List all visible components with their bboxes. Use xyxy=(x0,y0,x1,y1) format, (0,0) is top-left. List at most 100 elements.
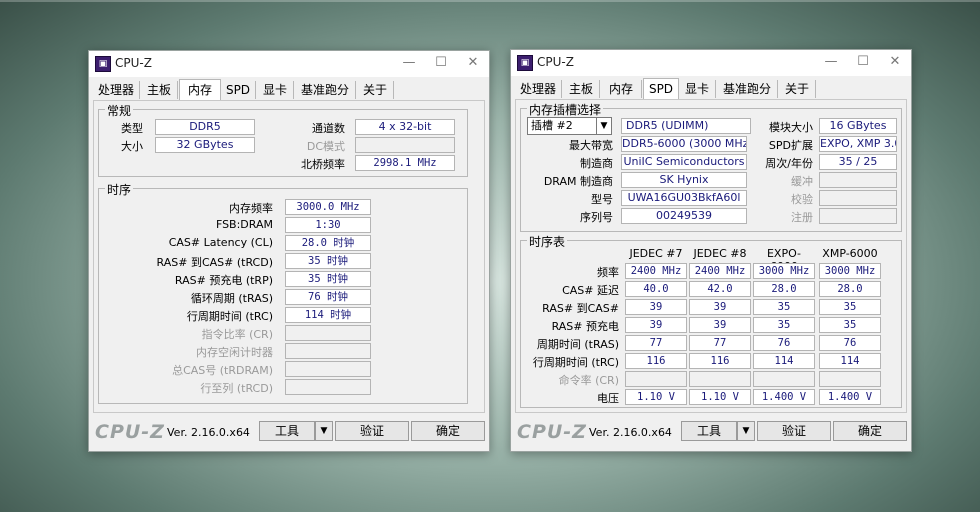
size-value: 32 GBytes xyxy=(155,137,255,153)
footer: CPU-Z Ver. 2.16.0.x64 工具 ▼ 验证 确定 xyxy=(511,415,911,451)
timing-value: 76 时钟 xyxy=(285,289,371,305)
tab-memory[interactable]: 内存 xyxy=(179,79,221,101)
timing-value xyxy=(285,379,371,395)
title-bar[interactable]: ▣ CPU-Z — ☐ ✕ xyxy=(511,50,911,76)
slot-select[interactable]: 插槽 #2 ▼ xyxy=(527,117,612,135)
tab-spd[interactable]: SPD xyxy=(643,78,679,100)
timing-row-label: 频率 xyxy=(597,266,619,279)
tab-cpu[interactable]: 处理器 xyxy=(515,80,562,98)
ok-button[interactable]: 确定 xyxy=(411,421,485,441)
tools-label: 工具 xyxy=(274,424,299,438)
max-bandwidth-value: DDR5-6000 (3000 MHz) xyxy=(621,136,747,152)
timing-label: 内存频率 xyxy=(229,202,273,215)
timing-label: FSB:DRAM xyxy=(215,218,273,231)
nb-freq-value: 2998.1 MHz xyxy=(355,155,455,171)
timing-row-label: RAS# 到CAS# xyxy=(542,302,619,315)
dc-mode-value xyxy=(355,137,455,153)
background-decoration xyxy=(0,0,980,2)
dram-maker-value: SK Hynix xyxy=(621,172,747,188)
timing-label: 内存空闲计时器 xyxy=(196,346,273,359)
timing-value: 35 时钟 xyxy=(285,253,371,269)
validate-label: 验证 xyxy=(359,424,384,438)
close-icon[interactable]: ✕ xyxy=(879,52,911,72)
timing-cell: 1.400 V xyxy=(753,389,815,405)
spd-ext-value: EXPO, XMP 3.0 xyxy=(819,136,897,152)
ok-label: 确定 xyxy=(857,424,882,438)
timings-group: 时序 内存频率 3000.0 MHz FSB:DRAM 1:30 CAS# Latenc… xyxy=(98,181,468,404)
timing-cell xyxy=(689,371,751,387)
module-size-label: 模块大小 xyxy=(769,121,813,134)
tab-mainboard[interactable]: 主板 xyxy=(141,81,178,99)
tools-button[interactable]: 工具 xyxy=(681,421,737,441)
check-label: 校验 xyxy=(791,193,813,206)
cpuz-app-icon: ▣ xyxy=(95,56,111,72)
cpuz-app-icon: ▣ xyxy=(517,55,533,71)
close-icon[interactable]: ✕ xyxy=(457,53,489,73)
timing-cell: 35 xyxy=(819,299,881,315)
max-bandwidth-label: 最大带宽 xyxy=(569,139,613,152)
cpuz-brand-logo: CPU-Z xyxy=(95,421,165,443)
check-value xyxy=(819,190,897,206)
timing-row-label: 电压 xyxy=(597,392,619,405)
tools-button[interactable]: 工具 xyxy=(259,421,315,441)
part-number-label: 型号 xyxy=(591,193,613,206)
timing-cell: 28.0 xyxy=(753,281,815,297)
timing-cell: 35 xyxy=(819,317,881,333)
version-label: Ver. 2.16.0.x64 xyxy=(167,426,250,439)
timing-cell: 77 xyxy=(689,335,751,351)
maximize-icon[interactable]: ☐ xyxy=(847,52,879,72)
timing-value: 35 时钟 xyxy=(285,271,371,287)
timing-value: 1:30 xyxy=(285,217,371,233)
channels-value: 4 x 32-bit xyxy=(355,119,455,135)
column-header: JEDEC #7 xyxy=(629,247,683,260)
timing-cell: 2400 MHz xyxy=(625,263,687,279)
timing-cell: 77 xyxy=(625,335,687,351)
week-year-label: 周次/年份 xyxy=(765,157,813,170)
group-title: 内存插槽选择 xyxy=(527,101,604,118)
timing-cell: 1.10 V xyxy=(689,389,751,405)
group-title: 常规 xyxy=(105,102,134,119)
tab-graphics[interactable]: 显卡 xyxy=(257,81,294,99)
tab-memory[interactable]: 内存 xyxy=(601,80,642,98)
maximize-icon[interactable]: ☐ xyxy=(425,53,457,73)
buffered-value xyxy=(819,172,897,188)
timing-label: RAS# 到CAS# (tRCD) xyxy=(156,256,273,269)
tab-cpu[interactable]: 处理器 xyxy=(93,81,140,99)
tab-about[interactable]: 关于 xyxy=(357,81,394,99)
tab-bench[interactable]: 基准跑分 xyxy=(717,80,778,98)
timing-value: 3000.0 MHz xyxy=(285,199,371,215)
timing-cell: 76 xyxy=(753,335,815,351)
timing-label: 总CAS号 (tRDRAM) xyxy=(172,364,273,377)
timing-cell: 40.0 xyxy=(625,281,687,297)
timing-cell: 1.10 V xyxy=(625,389,687,405)
timing-value: 114 时钟 xyxy=(285,307,371,323)
timing-cell: 3000 MHz xyxy=(753,263,815,279)
registered-label: 注册 xyxy=(791,211,813,224)
minimize-icon[interactable]: — xyxy=(815,52,847,72)
timing-value: 28.0 时钟 xyxy=(285,235,371,251)
timing-cell: 114 xyxy=(753,353,815,369)
type-value: DDR5 xyxy=(155,119,255,135)
tab-spd[interactable]: SPD xyxy=(221,81,256,99)
tab-bench[interactable]: 基准跑分 xyxy=(295,81,356,99)
timing-row-label: 行周期时间 (tRC) xyxy=(532,356,619,369)
tab-about[interactable]: 关于 xyxy=(779,80,816,98)
tab-mainboard[interactable]: 主板 xyxy=(563,80,600,98)
manufacturer-label: 制造商 xyxy=(580,157,613,170)
timing-label: 指令比率 (CR) xyxy=(201,328,273,341)
timing-cell: 76 xyxy=(819,335,881,351)
slot-group: 内存插槽选择 插槽 #2 ▼ DDR5 (UDIMM) 模块大小 16 GByt… xyxy=(520,101,902,232)
title-bar[interactable]: ▣ CPU-Z — ☐ ✕ xyxy=(89,51,489,77)
cpuz-window-spd: ▣ CPU-Z — ☐ ✕ 处理器 主板 内存 SPD 显卡 基准跑分 关于 内存插槽选择 … xyxy=(510,49,912,452)
minimize-icon[interactable]: — xyxy=(393,53,425,73)
tools-dropdown-icon[interactable]: ▼ xyxy=(737,421,755,441)
group-title: 时序 xyxy=(105,181,134,198)
ok-button[interactable]: 确定 xyxy=(833,421,907,441)
tools-dropdown-icon[interactable]: ▼ xyxy=(315,421,333,441)
validate-button[interactable]: 验证 xyxy=(757,421,831,441)
timing-label: 行至列 (tRCD) xyxy=(200,382,273,395)
column-header: XMP-6000 xyxy=(822,247,878,260)
tab-graphics[interactable]: 显卡 xyxy=(679,80,716,98)
validate-button[interactable]: 验证 xyxy=(335,421,409,441)
type-label: 类型 xyxy=(121,122,143,135)
